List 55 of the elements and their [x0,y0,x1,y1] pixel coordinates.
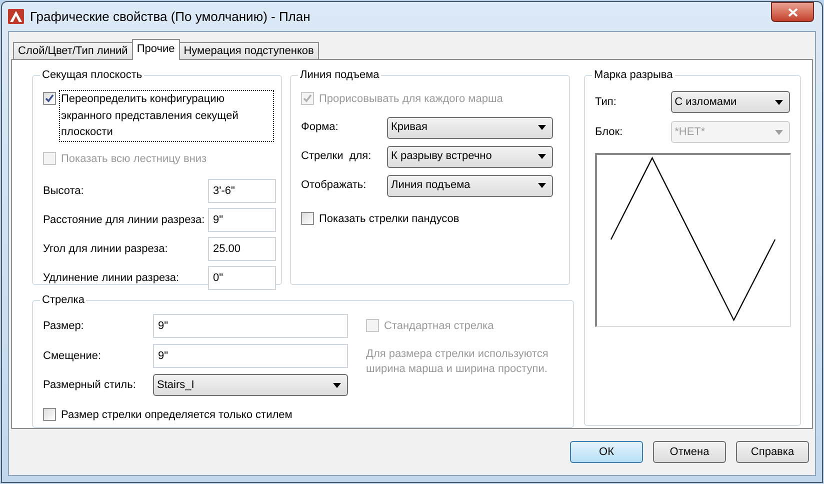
checkbox-label: Показать стрелки пандусов [318,212,460,226]
caret-icon [775,130,783,134]
field-label: Высота: [43,184,84,199]
field-label: Смещение: [43,348,102,364]
field-label: Размерный стиль: [43,378,137,393]
input-field[interactable]: 0" [208,266,276,290]
dialog-button[interactable]: Отмена [653,441,726,463]
field-label: Стрелки для: [301,149,372,164]
dropdown[interactable]: Stairs_I [153,374,348,396]
group-title: Секущая плоскость [40,68,144,82]
tab[interactable]: Прочие [132,39,180,60]
close-button[interactable] [771,2,814,22]
tab[interactable]: Нумерация подступенков [178,42,319,60]
dialog-button[interactable]: ОК [570,441,643,463]
input-field[interactable]: 25.00 [208,237,276,261]
note-text: Для размера стрелки используются ширина марша и ширина проступи. [366,346,550,376]
close-icon [788,8,798,16]
caret-icon [775,100,783,104]
tab[interactable]: Слой/Цвет/Тип линий [13,42,133,60]
checkbox-label: Прорисовывать для каждого марша [318,92,504,107]
input-field[interactable]: 9" [208,208,276,232]
group-title: Линия подъема [298,68,382,82]
caret-icon [538,154,546,159]
window-title: Графические свойства (По умолчанию) - План [30,8,310,26]
caret-icon [538,183,546,188]
field-label: Отображать: [301,178,368,194]
dialog-button[interactable]: Справка [736,441,809,463]
checkbox[interactable] [43,92,56,105]
checkbox-label: Размер стрелки определяется только стилем [60,408,294,423]
input-field[interactable]: 9" [153,344,348,368]
field-label: Тип: [595,94,618,110]
dropdown[interactable]: Линия подъема [387,174,553,196]
field-label: Удлинение линии разреза: [43,270,180,286]
checkbox[interactable] [301,212,314,224]
dropdown[interactable]: К разрыву встречно [387,146,553,168]
input-field[interactable]: 9" [153,314,348,338]
field-label: Блок: [595,124,624,140]
checkbox-label: Стандартная стрелка [383,319,495,334]
caret-icon [333,382,341,388]
group-title: Стрелка [40,293,86,307]
app-logo-icon [8,9,24,24]
input-field[interactable]: 3'-6" [208,179,276,203]
field-label: Форма: [301,120,340,136]
caret-icon [538,125,546,130]
dropdown[interactable]: С изломами [670,91,790,113]
field-label: Размер: [43,318,85,334]
dropdown[interactable]: Кривая [387,116,553,138]
field-label: Угол для линии разреза: [43,242,168,257]
group-title: Марка разрыва [592,68,675,82]
field-label: Расстояние для линии разреза: [43,212,205,228]
checkbox-label: Переопределить конфигурацию экранного представления секущей плоскости [60,91,273,140]
checkmark-icon [45,94,54,103]
checkmark-icon [303,94,312,103]
checkbox[interactable] [43,408,56,421]
checkbox-label: Показать всю лестницу вниз [60,152,208,166]
